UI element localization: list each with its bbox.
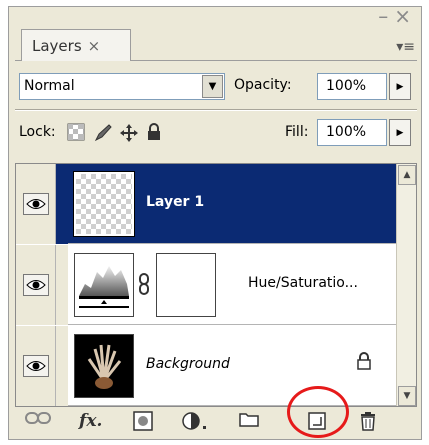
- layers-list: Layer 1 Hue/Saturatio... Background ▲ ▼: [15, 163, 417, 407]
- tab-layers[interactable]: Layers ×: [21, 29, 131, 61]
- lock-row: Lock: Fill: 100% ▶: [19, 119, 419, 147]
- opacity-slider-arrow-icon[interactable]: ▶: [389, 73, 411, 100]
- minimize-icon[interactable]: –: [378, 4, 394, 28]
- layers-toolbar: fx.: [15, 409, 417, 437]
- panel-menu-icon[interactable]: ▾≡: [396, 39, 415, 55]
- mask-icon[interactable]: [133, 411, 153, 431]
- blend-mode-select[interactable]: Normal ▼: [19, 73, 225, 100]
- visibility-toggle[interactable]: [16, 326, 56, 406]
- blend-row: Normal ▼ Opacity: 100% ▶: [19, 73, 419, 101]
- tab-close-icon[interactable]: ×: [88, 37, 101, 55]
- window-controls[interactable]: –×: [378, 4, 417, 28]
- lock-brush-icon[interactable]: [93, 123, 113, 148]
- blend-mode-value: Normal: [24, 78, 75, 94]
- layer-lock-icon: [356, 352, 372, 374]
- folder-icon[interactable]: [239, 411, 259, 427]
- lock-label: Lock:: [19, 124, 56, 140]
- tab-label: Layers: [32, 36, 82, 55]
- layer-name[interactable]: Layer 1: [146, 194, 204, 210]
- opacity-label: Opacity:: [234, 77, 292, 93]
- link-cell: [56, 326, 68, 406]
- layer-name[interactable]: Hue/Saturatio...: [248, 275, 358, 291]
- layer-thumbnail: [73, 171, 135, 237]
- visibility-toggle[interactable]: [16, 164, 56, 244]
- fill-label: Fill:: [285, 124, 309, 140]
- scroll-up-icon[interactable]: ▲: [398, 165, 416, 185]
- adjustment-thumbnail: [74, 253, 134, 317]
- chain-link-icon[interactable]: [138, 273, 150, 299]
- lock-move-icon[interactable]: [119, 123, 139, 148]
- chevron-down-icon[interactable]: ▼: [202, 75, 223, 98]
- fill-input[interactable]: 100%: [317, 119, 387, 146]
- visibility-toggle[interactable]: [16, 245, 56, 325]
- fx-icon[interactable]: fx.: [79, 411, 102, 431]
- layers-panel: –× Layers × ▾≡ Normal ▼ Opacity: 100% ▶ …: [8, 4, 422, 440]
- trash-icon[interactable]: [359, 411, 377, 431]
- scrollbar[interactable]: ▲ ▼: [396, 164, 416, 406]
- background-thumbnail: [74, 334, 134, 398]
- link-cell: [56, 245, 68, 325]
- layer-row[interactable]: Layer 1: [16, 164, 396, 244]
- lock-transparent-icon[interactable]: [67, 123, 85, 146]
- eye-icon[interactable]: [22, 355, 49, 377]
- divider: [15, 109, 417, 111]
- lock-all-icon[interactable]: [145, 123, 163, 146]
- highlight-annotation: [287, 386, 349, 438]
- fill-slider-arrow-icon[interactable]: ▶: [389, 119, 411, 146]
- link-cell: [56, 164, 68, 244]
- eye-icon[interactable]: [22, 274, 49, 296]
- tab-strip: Layers × ▾≡: [15, 29, 417, 61]
- close-icon[interactable]: ×: [394, 4, 417, 28]
- adjustment-icon[interactable]: [181, 411, 207, 431]
- eye-icon[interactable]: [22, 193, 49, 215]
- opacity-input[interactable]: 100%: [317, 73, 387, 100]
- layer-mask-thumbnail[interactable]: [156, 253, 216, 317]
- link-layers-icon[interactable]: [25, 411, 51, 425]
- layer-row[interactable]: Hue/Saturatio...: [16, 245, 396, 325]
- layer-name[interactable]: Background: [146, 356, 230, 372]
- scroll-down-icon[interactable]: ▼: [398, 386, 416, 406]
